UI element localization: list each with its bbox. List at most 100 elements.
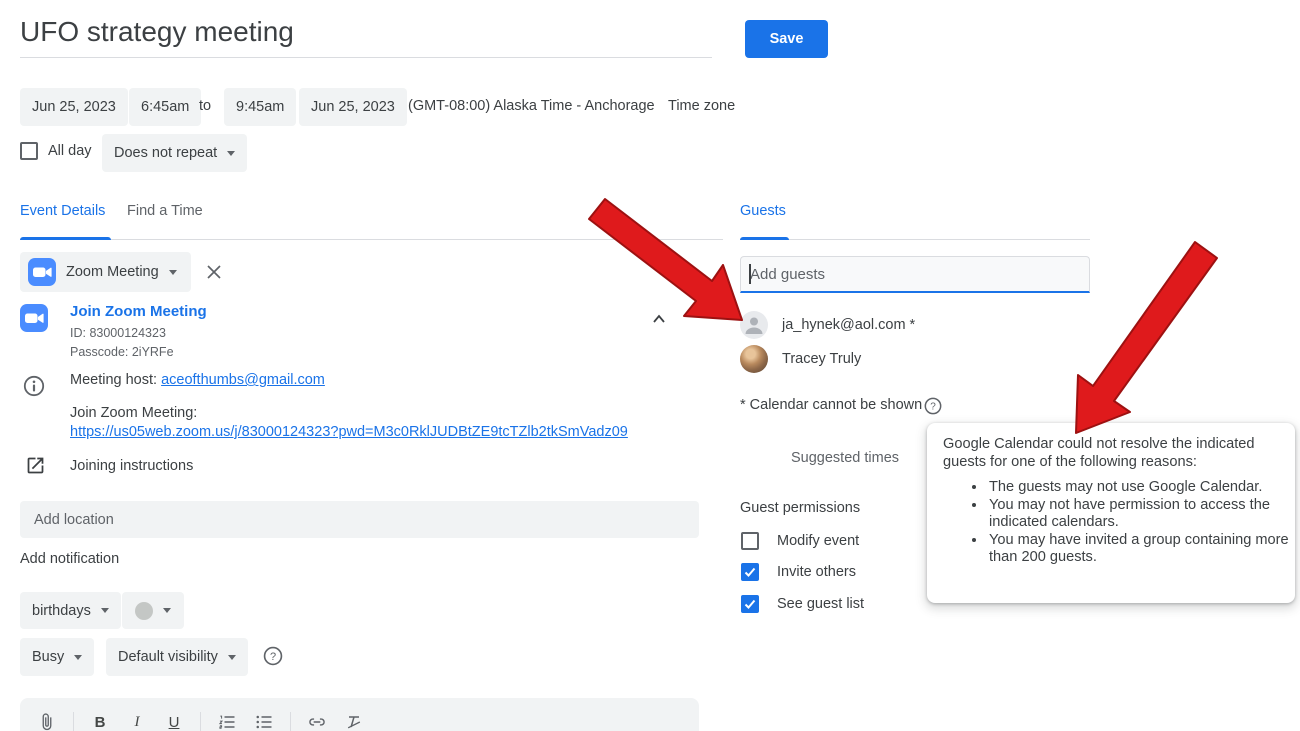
tooltip-bullet: You may not have permission to access th… [987, 497, 1289, 532]
recurrence-dropdown[interactable]: Does not repeat [102, 134, 247, 172]
guest-permissions-title: Guest permissions [740, 500, 860, 516]
permission-checkbox-modify-event[interactable] [741, 532, 759, 550]
tooltip-intro: Google Calendar could not resolve the in… [943, 436, 1273, 471]
paperclip-icon [37, 712, 57, 731]
chevron-down-icon [163, 608, 171, 613]
chevron-down-icon [227, 151, 235, 156]
save-button[interactable]: Save [745, 20, 828, 58]
calendar-note: * Calendar cannot be shown [740, 397, 922, 413]
clear-formatting-icon [344, 712, 364, 731]
open-in-new-icon [25, 455, 46, 476]
meeting-id: ID: 83000124323 [70, 326, 166, 340]
conference-provider-dropdown[interactable]: Zoom Meeting [20, 252, 191, 292]
chevron-down-icon [74, 655, 82, 660]
svg-text:?: ? [930, 402, 936, 413]
meeting-host-label: Meeting host: [70, 372, 161, 388]
italic-icon: I [135, 714, 140, 731]
red-arrow-to-guest [589, 199, 742, 320]
join-url-label: Join Zoom Meeting: [70, 405, 197, 421]
guests-divider [740, 239, 1090, 240]
visibility-dropdown[interactable]: Default visibility [106, 638, 248, 676]
toolbar-divider [200, 712, 201, 731]
location-input[interactable] [20, 501, 699, 538]
visibility-help-button[interactable]: ? [261, 644, 285, 668]
tooltip-bullet: You may have invited a group containing … [987, 532, 1289, 567]
svg-text:?: ? [270, 651, 276, 663]
color-swatch-icon [135, 602, 153, 620]
tooltip-bullet: The guests may not use Google Calendar. [987, 479, 1289, 497]
remove-conference-button[interactable] [201, 259, 227, 285]
guest-avatar [740, 345, 768, 373]
guest-resolve-tooltip: Google Calendar could not resolve the in… [927, 423, 1295, 603]
info-icon [22, 374, 46, 398]
page-title[interactable]: UFO strategy meeting [20, 16, 712, 58]
guests-panel-title: Guests [740, 203, 786, 219]
join-zoom-meeting-link[interactable]: Join Zoom Meeting [70, 303, 207, 320]
event-color-dropdown[interactable] [122, 592, 184, 629]
insert-link-button[interactable] [302, 707, 332, 731]
start-time-field[interactable]: 6:45am [129, 88, 201, 126]
zoom-icon [28, 258, 56, 286]
tab-event-details[interactable]: Event Details [20, 203, 105, 219]
timezone-button[interactable]: Time zone [668, 98, 735, 114]
calendar-dropdown[interactable]: birthdays [20, 592, 121, 629]
person-icon [740, 311, 768, 339]
chevron-down-icon [228, 655, 236, 660]
collapse-conference-details-button[interactable] [646, 306, 672, 332]
bulleted-list-icon [254, 712, 274, 731]
event-edit-page: UFO strategy meeting Save Jun 25, 2023 6… [0, 0, 1300, 731]
close-icon [205, 263, 223, 281]
joining-instructions-link[interactable]: Joining instructions [70, 458, 193, 474]
busy-dropdown[interactable]: Busy [20, 638, 94, 676]
description-toolbar: B I U [20, 698, 699, 731]
guest-row-name[interactable]: Tracey Truly [782, 351, 861, 367]
guests-title-underline [740, 237, 789, 240]
permission-label: Modify event [777, 533, 859, 549]
timezone-info: (GMT-08:00) Alaska Time - Anchorage [408, 98, 655, 114]
to-label: to [199, 98, 211, 114]
tabs-divider [20, 239, 723, 240]
attachment-button[interactable] [32, 707, 62, 731]
calendar-value: birthdays [32, 603, 91, 619]
text-cursor [749, 264, 751, 284]
calendar-note-help-button[interactable]: ? [922, 395, 944, 417]
guest-avatar [740, 311, 768, 339]
all-day-checkbox[interactable] [20, 142, 38, 160]
italic-button[interactable]: I [122, 707, 152, 731]
guest-row-email[interactable]: ja_hynek@aol.com * [782, 317, 915, 333]
numbered-list-button[interactable] [212, 707, 242, 731]
clear-formatting-button[interactable] [339, 707, 369, 731]
busy-value: Busy [32, 649, 64, 665]
add-guests-input[interactable] [740, 256, 1090, 293]
bold-button[interactable]: B [85, 707, 115, 731]
add-notification-button[interactable]: Add notification [20, 551, 119, 567]
chevron-down-icon [101, 608, 109, 613]
permission-checkbox-see-guest-list[interactable] [741, 595, 759, 613]
check-icon [744, 566, 756, 578]
chevron-up-icon [650, 310, 668, 328]
end-time-field[interactable]: 9:45am [224, 88, 296, 126]
numbered-list-icon [217, 712, 237, 731]
tooltip-bullet-list: The guests may not use Google Calendar. … [987, 479, 1289, 567]
start-date-field[interactable]: Jun 25, 2023 [20, 88, 128, 126]
underline-icon: U [169, 714, 180, 731]
permission-label: See guest list [777, 596, 864, 612]
end-date-field[interactable]: Jun 25, 2023 [299, 88, 407, 126]
toolbar-divider [290, 712, 291, 731]
meeting-passcode: Passcode: 2iYRFe [70, 345, 174, 359]
help-icon: ? [262, 645, 284, 667]
check-icon [744, 598, 756, 610]
toolbar-divider [73, 712, 74, 731]
all-day-label: All day [48, 143, 92, 159]
zoom-meeting-url-link[interactable]: https://us05web.zoom.us/j/83000124323?pw… [70, 424, 628, 440]
recurrence-value: Does not repeat [114, 145, 217, 161]
permission-checkbox-invite-others[interactable] [741, 563, 759, 581]
bulleted-list-button[interactable] [249, 707, 279, 731]
visibility-value: Default visibility [118, 649, 218, 665]
conference-provider-label: Zoom Meeting [66, 264, 159, 280]
suggested-times-button[interactable]: Suggested times [791, 450, 899, 466]
tab-find-a-time[interactable]: Find a Time [127, 203, 203, 219]
underline-button[interactable]: U [159, 707, 189, 731]
meeting-host-email-link[interactable]: aceofthumbs@gmail.com [161, 372, 325, 388]
chevron-down-icon [169, 270, 177, 275]
